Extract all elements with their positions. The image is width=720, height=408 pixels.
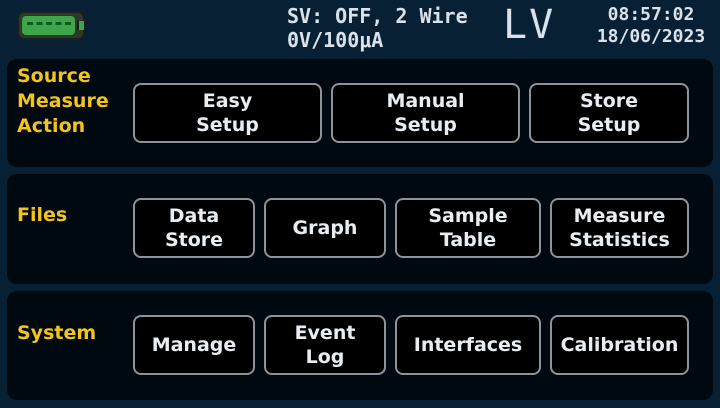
measure-statistics-button[interactable]: Measure Statistics: [550, 198, 689, 258]
easy-setup-button[interactable]: Easy Setup: [133, 83, 322, 143]
manage-button[interactable]: Manage: [133, 315, 255, 375]
interfaces-button[interactable]: Interfaces: [395, 315, 541, 375]
store-setup-button[interactable]: Store Setup: [529, 83, 689, 143]
source-measure-panel: Source Measure Action Easy Setup Manual …: [7, 59, 713, 167]
data-store-button[interactable]: Data Store: [133, 198, 255, 258]
files-panel: Files Data Store Graph Sample Table Meas…: [7, 174, 713, 284]
system-panel: System Manage Event Log Interfaces Calib…: [7, 291, 713, 400]
system-label: System: [17, 322, 97, 344]
event-log-button[interactable]: Event Log: [264, 315, 386, 375]
source-status: SV: OFF, 2 Wire 0V/100μA: [287, 4, 468, 52]
status-bar: SV: OFF, 2 Wire 0V/100μA LV 08:57:02 18/…: [0, 0, 720, 56]
clock-time: 08:57:02: [607, 4, 695, 25]
battery-icon: [17, 11, 85, 40]
source-voltage-state: SV: OFF, 2 Wire: [287, 4, 468, 28]
calibration-button[interactable]: Calibration: [550, 315, 689, 375]
mode-indicator: LV: [503, 2, 556, 48]
sample-table-button[interactable]: Sample Table: [395, 198, 541, 258]
graph-button[interactable]: Graph: [264, 198, 386, 258]
files-label: Files: [17, 204, 68, 226]
source-measure-label: Source Measure Action: [17, 65, 109, 137]
clock: 08:57:02 18/06/2023: [592, 4, 710, 48]
clock-date: 18/06/2023: [596, 26, 706, 47]
source-range: 0V/100μA: [287, 28, 384, 52]
manual-setup-button[interactable]: Manual Setup: [331, 83, 520, 143]
